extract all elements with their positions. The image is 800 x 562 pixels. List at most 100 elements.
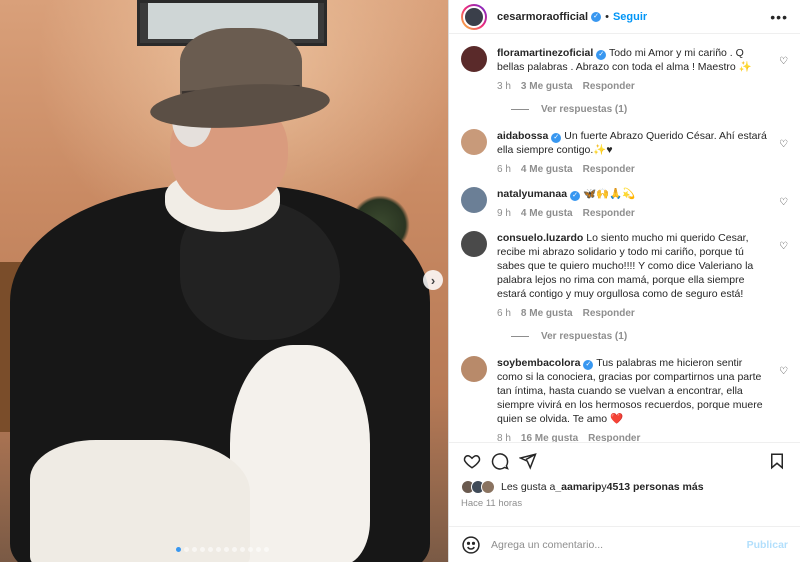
comment-like-heart-icon[interactable]: ♡ [779, 197, 788, 208]
comment-body: natalyumanaa ✓ 🦋🙌🙏💫 9 h 4 Me gusta Responder [497, 187, 788, 221]
comment-button[interactable] [489, 450, 511, 472]
save-button[interactable] [766, 450, 788, 472]
separator-dot: • [605, 10, 609, 23]
heart-icon [463, 454, 481, 469]
emoji-icon[interactable] [461, 535, 481, 555]
view-replies-button[interactable]: Ver respuestas (1) [511, 331, 788, 342]
carousel-dot [216, 547, 221, 552]
comment-meta: 8 h 16 Me gusta Responder [497, 432, 770, 442]
comment-likes[interactable]: 4 Me gusta [521, 208, 573, 219]
comment-body: soybembacolora ✓ Tus palabras me hicieron… [497, 356, 788, 442]
commenter-username[interactable]: consuelo.luzardo [497, 232, 583, 244]
view-replies-label[interactable]: Ver respuestas (1) [541, 331, 627, 342]
commenter-avatar[interactable] [461, 187, 487, 213]
comment-composer: Publicar [449, 526, 800, 562]
bookmark-icon [771, 453, 783, 469]
comment-likes[interactable]: 8 Me gusta [521, 308, 573, 319]
reply-button[interactable]: Responder [583, 308, 635, 319]
commenter-username[interactable]: natalyumanaa [497, 188, 567, 200]
post-photo[interactable]: › [0, 0, 448, 562]
more-options-icon[interactable]: ••• [770, 9, 788, 25]
commenter-username[interactable]: soybembacolora [497, 357, 580, 369]
carousel-next-button[interactable]: › [423, 270, 443, 290]
comment-body: consuelo.luzardo Lo siento mucho mi quer… [497, 231, 788, 321]
comment-time[interactable]: 9 h [497, 208, 511, 219]
carousel-dot [192, 547, 197, 552]
carousel-dot [224, 547, 229, 552]
likes-summary: Les gusta a _aamarip y 4513 personas más [449, 478, 800, 496]
author-username[interactable]: cesarmoraofficial [497, 11, 588, 23]
share-button[interactable] [517, 450, 539, 472]
comment-input[interactable] [491, 538, 747, 551]
verified-badge-icon: ✓ [591, 11, 602, 22]
carousel-dot [200, 547, 205, 552]
comment-like-heart-icon[interactable]: ♡ [779, 56, 788, 67]
comment-likes[interactable]: 3 Me gusta [521, 81, 573, 92]
reply-button[interactable]: Responder [583, 164, 635, 175]
replies-divider [511, 336, 529, 337]
comment-text: 🦋🙌🙏💫 [582, 188, 636, 200]
commenter-username[interactable]: floramartinezoficial [497, 47, 593, 59]
carousel-dot [208, 547, 213, 552]
comment-time[interactable]: 8 h [497, 433, 511, 442]
comment-body: aidabossa ✓ Un fuerte Abrazo Querido Césa… [497, 129, 788, 177]
author-avatar[interactable] [461, 3, 487, 30]
comment-like-heart-icon[interactable]: ♡ [779, 241, 788, 252]
reply-button[interactable]: Responder [588, 433, 640, 442]
commenter-avatar[interactable] [461, 129, 487, 155]
replies-divider [511, 109, 529, 110]
comment-item: consuelo.luzardo Lo siento mucho mi quer… [461, 231, 788, 321]
carousel-dot [256, 547, 261, 552]
commenter-username[interactable]: aidabossa [497, 130, 548, 142]
comment-likes[interactable]: 4 Me gusta [521, 164, 573, 175]
commenter-avatar[interactable] [461, 356, 487, 382]
liker-avatar[interactable] [481, 480, 495, 494]
carousel-dot [176, 547, 181, 552]
post-sidebar: cesarmoraofficial ✓ • Seguir ••• florama… [448, 0, 800, 562]
comment-likes[interactable]: 16 Me gusta [521, 433, 578, 442]
photo-sleeve-lower [30, 440, 250, 562]
reply-button[interactable]: Responder [583, 81, 635, 92]
publish-button[interactable]: Publicar [747, 539, 788, 551]
comments-list: floramartinezoficial ✓ Todo mi Amor y mi … [449, 34, 800, 442]
comment-like-heart-icon[interactable]: ♡ [779, 139, 788, 150]
comment-time[interactable]: 6 h [497, 164, 511, 175]
comment-item: natalyumanaa ✓ 🦋🙌🙏💫 9 h 4 Me gusta Responder… [461, 187, 788, 221]
like-button[interactable] [461, 450, 483, 472]
reply-button[interactable]: Responder [583, 208, 635, 219]
comment-like-heart-icon[interactable]: ♡ [779, 366, 788, 377]
carousel-dot [240, 547, 245, 552]
view-replies-label[interactable]: Ver respuestas (1) [541, 104, 627, 115]
verified-badge-icon: ✓ [570, 191, 581, 201]
liker-avatars [461, 480, 495, 494]
comment-item: soybembacolora ✓ Tus palabras me hicieron… [461, 356, 788, 442]
carousel-dot [248, 547, 253, 552]
commenter-avatar[interactable] [461, 46, 487, 72]
send-icon [519, 452, 537, 470]
view-replies-button[interactable]: Ver respuestas (1) [511, 104, 788, 115]
comment-meta: 3 h 3 Me gusta Responder [497, 80, 770, 94]
comment-time[interactable]: 3 h [497, 81, 511, 92]
post-timestamp[interactable]: Hace 11 horas [449, 496, 800, 516]
commenter-avatar[interactable] [461, 231, 487, 257]
likes-first-user[interactable]: _aamarip [555, 481, 601, 493]
carousel-dot [232, 547, 237, 552]
comment-icon [491, 452, 509, 470]
comment-item: aidabossa ✓ Un fuerte Abrazo Querido Césa… [461, 129, 788, 177]
action-bar [449, 442, 800, 478]
comment-meta: 6 h 4 Me gusta Responder [497, 163, 770, 177]
post-header: cesarmoraofficial ✓ • Seguir ••• [449, 0, 800, 34]
comment-meta: 9 h 4 Me gusta Responder [497, 207, 770, 221]
verified-badge-icon: ✓ [551, 133, 562, 143]
verified-badge-icon: ✓ [596, 50, 607, 60]
chevron-right-icon: › [430, 272, 436, 288]
carousel-dots [176, 547, 269, 552]
comment-item: floramartinezoficial ✓ Todo mi Amor y mi … [461, 46, 788, 94]
likes-prefix: Les gusta a [501, 481, 556, 493]
comment-meta: 6 h 8 Me gusta Responder [497, 307, 770, 321]
likes-count[interactable]: 4513 personas más [607, 481, 704, 493]
carousel-dot [264, 547, 269, 552]
follow-button[interactable]: Seguir [613, 11, 647, 23]
comment-body: floramartinezoficial ✓ Todo mi Amor y mi … [497, 46, 788, 94]
comment-time[interactable]: 6 h [497, 308, 511, 319]
